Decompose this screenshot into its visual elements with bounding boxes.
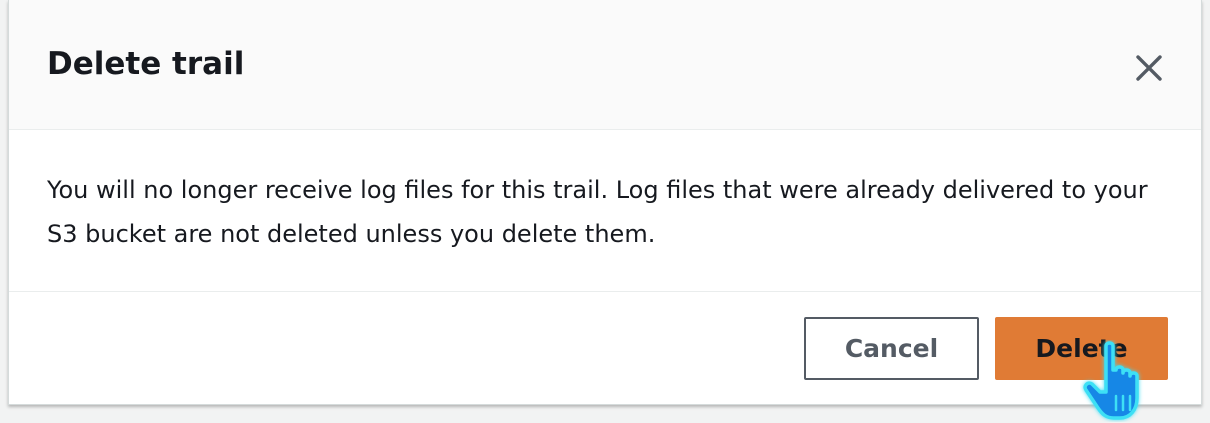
delete-trail-dialog: Delete trail You will no longer receive … bbox=[8, 0, 1202, 405]
close-icon bbox=[1136, 55, 1162, 81]
delete-button[interactable]: Delete bbox=[995, 317, 1168, 380]
dialog-message: You will no longer receive log files for… bbox=[47, 176, 1148, 248]
dialog-header: Delete trail bbox=[9, 0, 1201, 130]
dialog-title: Delete trail bbox=[47, 46, 245, 82]
dialog-body: You will no longer receive log files for… bbox=[9, 130, 1201, 292]
cancel-button[interactable]: Cancel bbox=[804, 317, 979, 380]
dialog-footer: Cancel Delete bbox=[9, 292, 1201, 405]
close-button[interactable] bbox=[1127, 46, 1171, 90]
